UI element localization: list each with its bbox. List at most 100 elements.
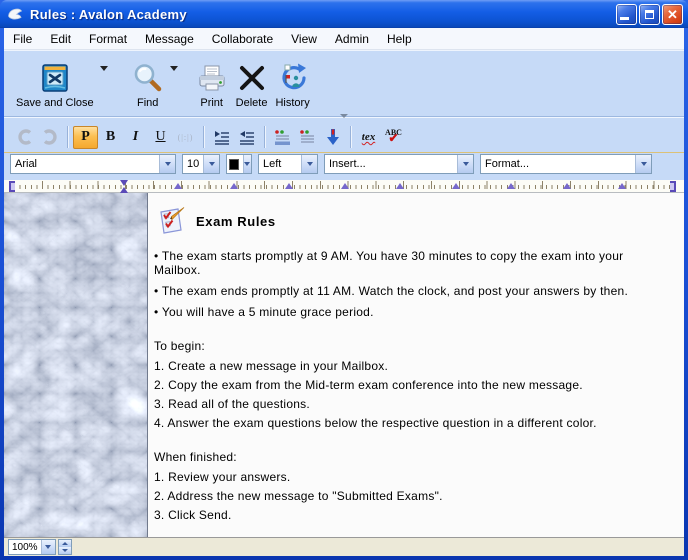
maximize-button[interactable]: [639, 4, 660, 25]
history-button[interactable]: History: [271, 55, 313, 109]
delete-label: Delete: [236, 97, 268, 109]
menu-admin[interactable]: Admin: [326, 29, 378, 49]
tab-stop-marker[interactable]: [174, 183, 182, 189]
right-margin-marker[interactable]: [670, 181, 676, 192]
toolbar-collapse-handle[interactable]: [340, 114, 348, 118]
redo-icon[interactable]: [37, 126, 62, 149]
list-item: 3. Click Send.: [154, 508, 672, 522]
main-toolbar: Save and Close Find: [4, 50, 684, 112]
quote-original-icon[interactable]: [270, 126, 295, 149]
alignment-select[interactable]: Left: [258, 154, 318, 174]
window-title: Rules : Avalon Academy: [30, 7, 614, 22]
section-heading: To begin:: [154, 339, 672, 353]
color-swatch: [229, 159, 239, 170]
section-heading: When finished:: [154, 450, 672, 464]
save-and-close-label: Save and Close: [16, 97, 94, 109]
spin-up-icon: [59, 540, 71, 547]
delete-x-icon: [237, 60, 267, 96]
insert-value: Insert...: [329, 158, 366, 170]
minimize-button[interactable]: [616, 4, 637, 25]
list-item: 2. Address the new message to "Submitted…: [154, 489, 672, 503]
menu-collaborate[interactable]: Collaborate: [203, 29, 282, 49]
spell-as-you-type-icon[interactable]: tex: [356, 126, 381, 149]
application-window: Rules : Avalon Academy ✕ File Edit Forma…: [0, 0, 688, 560]
find-button[interactable]: Find: [128, 55, 168, 109]
chevron-down-icon: [159, 155, 175, 173]
save-options-chevron-icon[interactable]: [100, 66, 108, 71]
format-select[interactable]: Format...: [480, 154, 652, 174]
list-item: 3. Read all of the questions.: [154, 397, 672, 411]
font-size-value: 10: [187, 158, 199, 170]
menu-bar: File Edit Format Message Collaborate Vie…: [4, 28, 684, 50]
zoom-select[interactable]: 100%: [8, 539, 56, 555]
spellcheck-icon[interactable]: ABC✔: [381, 126, 406, 149]
chevron-down-icon: [635, 155, 651, 173]
tab-stop-marker[interactable]: [230, 183, 238, 189]
bullet-item: • The exam starts promptly at 9 AM. You …: [154, 249, 672, 277]
menu-file[interactable]: File: [4, 29, 41, 49]
unquote-icon[interactable]: [295, 126, 320, 149]
list-item: 1. Review your answers.: [154, 470, 672, 484]
print-button[interactable]: Print: [192, 55, 232, 109]
italic-button[interactable]: I: [123, 126, 148, 149]
format-value: Format...: [485, 158, 529, 170]
save-and-close-button[interactable]: Save and Close: [12, 55, 98, 109]
list-item: 2. Copy the exam from the Mid-term exam …: [154, 378, 672, 392]
tab-stop-marker[interactable]: [618, 183, 626, 189]
list-item: 1. Create a new message in your Mailbox.: [154, 359, 672, 373]
text-color-select[interactable]: [226, 154, 252, 174]
bullet-item: • The exam ends promptly at 11 AM. Watch…: [154, 284, 672, 298]
menu-edit[interactable]: Edit: [41, 29, 80, 49]
tab-stop-marker[interactable]: [341, 183, 349, 189]
zoom-value: 100%: [12, 542, 38, 553]
message-body: Exam Rules • The exam starts promptly at…: [4, 193, 684, 537]
zoom-stepper[interactable]: [58, 539, 72, 555]
marble-texture-panel: [4, 193, 148, 537]
insert-signature-icon[interactable]: [320, 126, 345, 149]
tab-stop-marker[interactable]: [285, 183, 293, 189]
printer-icon: [196, 60, 228, 96]
chevron-down-icon: [457, 155, 473, 173]
increase-indent-icon[interactable]: [209, 126, 234, 149]
menu-message[interactable]: Message: [136, 29, 203, 49]
chevron-down-icon: [41, 540, 55, 554]
menu-view[interactable]: View: [282, 29, 326, 49]
paragraph-style-button[interactable]: P: [73, 126, 98, 149]
tab-stop-marker[interactable]: [396, 183, 404, 189]
font-bar: Arial 10 Left Insert... Format...: [4, 153, 684, 177]
bold-button[interactable]: B: [98, 126, 123, 149]
tab-stop-marker[interactable]: [563, 183, 571, 189]
chevron-down-icon: [301, 155, 317, 173]
find-options-chevron-icon[interactable]: [170, 66, 178, 71]
menu-help[interactable]: Help: [378, 29, 421, 49]
font-family-select[interactable]: Arial: [10, 154, 176, 174]
close-button[interactable]: ✕: [662, 4, 683, 25]
left-margin-marker[interactable]: [9, 181, 15, 192]
document-editor[interactable]: Exam Rules • The exam starts promptly at…: [148, 193, 684, 537]
document-title: Exam Rules: [196, 215, 276, 229]
insert-select[interactable]: Insert...: [324, 154, 474, 174]
decrease-indent-icon[interactable]: [234, 126, 259, 149]
exam-checklist-icon: [154, 206, 187, 237]
undo-icon[interactable]: [12, 126, 37, 149]
title-bar[interactable]: Rules : Avalon Academy ✕: [0, 0, 688, 28]
ruler: [4, 177, 684, 193]
status-bar: 100%: [4, 537, 684, 556]
spin-down-icon: [59, 547, 71, 554]
tab-stop-marker[interactable]: [507, 183, 515, 189]
menu-format[interactable]: Format: [80, 29, 136, 49]
indent-marker[interactable]: [120, 180, 128, 186]
underline-button[interactable]: U: [148, 126, 173, 149]
fixed-width-font-icon[interactable]: (|:|): [173, 126, 198, 149]
font-family-value: Arial: [15, 158, 37, 170]
font-size-select[interactable]: 10: [182, 154, 220, 174]
find-label: Find: [137, 97, 158, 109]
history-icon: [277, 60, 309, 96]
chevron-down-icon: [203, 155, 219, 173]
app-icon: [6, 6, 24, 22]
tab-stop-marker[interactable]: [452, 183, 460, 189]
list-item: 4. Answer the exam questions below the r…: [154, 416, 672, 430]
toolbar-separator: [4, 112, 684, 122]
delete-button[interactable]: Delete: [232, 55, 272, 109]
magnifier-icon: [132, 60, 164, 96]
